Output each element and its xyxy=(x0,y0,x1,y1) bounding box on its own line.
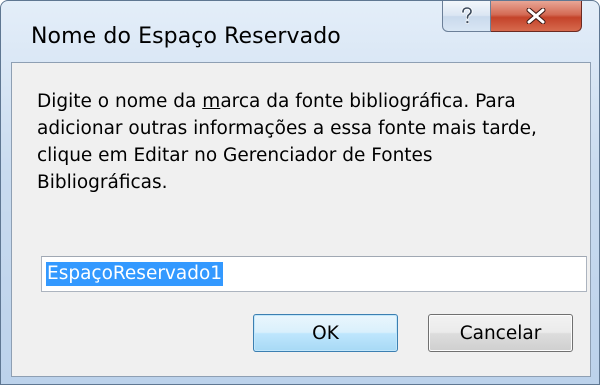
title-bar[interactable]: Nome do Espaço Reservado xyxy=(1,1,599,59)
instruction-line: clique em Editar no Gerenciador de Fonte… xyxy=(37,145,433,166)
ok-button[interactable]: OK xyxy=(253,314,398,352)
input-selected-text: EspaçoReservado1 xyxy=(46,262,224,286)
dialog-window: Nome do Espaço Reservado Digite o nome d… xyxy=(0,0,600,385)
dialog-body: Digite o nome da marca da fonte bibliogr… xyxy=(11,62,591,377)
close-icon xyxy=(526,8,546,24)
title-bar-buttons xyxy=(442,1,582,33)
close-button[interactable] xyxy=(491,1,582,32)
instruction-text: Digite o nome da marca da fonte bibliogr… xyxy=(37,88,582,196)
instruction-line: Bibliográficas. xyxy=(37,172,168,193)
instruction-line: adicionar outras informações a essa font… xyxy=(37,118,537,139)
instruction-line: Digite o nome da marca da fonte bibliogr… xyxy=(37,91,516,112)
help-icon xyxy=(460,7,473,24)
placeholder-name-input[interactable]: EspaçoReservado1 xyxy=(41,256,587,292)
mnemonic-underline: m xyxy=(202,91,221,112)
help-button[interactable] xyxy=(442,1,491,32)
dialog-title: Nome do Espaço Reservado xyxy=(31,24,341,49)
cancel-button[interactable]: Cancelar xyxy=(428,314,573,352)
